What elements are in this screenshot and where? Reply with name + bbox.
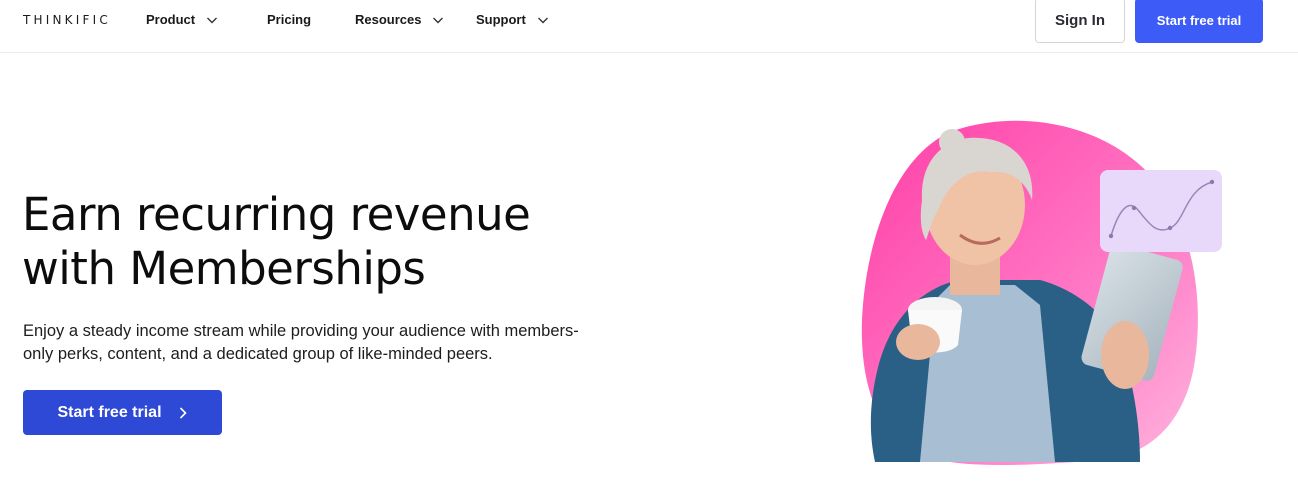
chevron-right-icon xyxy=(179,406,187,419)
start-free-trial-hero-button[interactable]: Start free trial xyxy=(23,390,222,435)
growth-chart-card xyxy=(1100,170,1222,252)
chevron-down-icon xyxy=(207,17,218,23)
nav-product[interactable]: Product xyxy=(146,12,218,27)
hero-title-line1: Earn recurring revenue xyxy=(22,188,531,241)
nav-support[interactable]: Support xyxy=(476,12,549,27)
thinkific-logo[interactable]: THINKIFIC xyxy=(23,13,111,27)
cta-label: Start free trial xyxy=(57,403,162,421)
nav-resources-label: Resources xyxy=(355,12,422,27)
nav-pricing[interactable]: Pricing xyxy=(267,12,311,27)
nav-resources[interactable]: Resources xyxy=(355,12,444,27)
hero-illustration xyxy=(861,120,1222,465)
hero-title-line2: with Memberships xyxy=(22,242,426,295)
nav-support-label: Support xyxy=(476,12,526,27)
hero-subtitle-line1: Enjoy a steady income stream while provi… xyxy=(23,322,579,340)
hero-subtitle: Enjoy a steady income stream while provi… xyxy=(23,320,623,366)
nav-pricing-label: Pricing xyxy=(267,12,312,27)
chevron-down-icon xyxy=(537,17,548,23)
hero-subtitle-line2: only perks, content, and a dedicated gro… xyxy=(23,345,493,363)
nav-product-label: Product xyxy=(146,12,196,27)
start-free-trial-header-button[interactable]: Start free trial xyxy=(1135,0,1263,43)
hero-title: Earn recurring revenue with Memberships xyxy=(22,188,642,296)
sign-in-button[interactable]: Sign In xyxy=(1035,0,1125,43)
site-header: THINKIFIC Product Pricing Resources Supp… xyxy=(0,0,1298,53)
chevron-down-icon xyxy=(433,17,444,23)
